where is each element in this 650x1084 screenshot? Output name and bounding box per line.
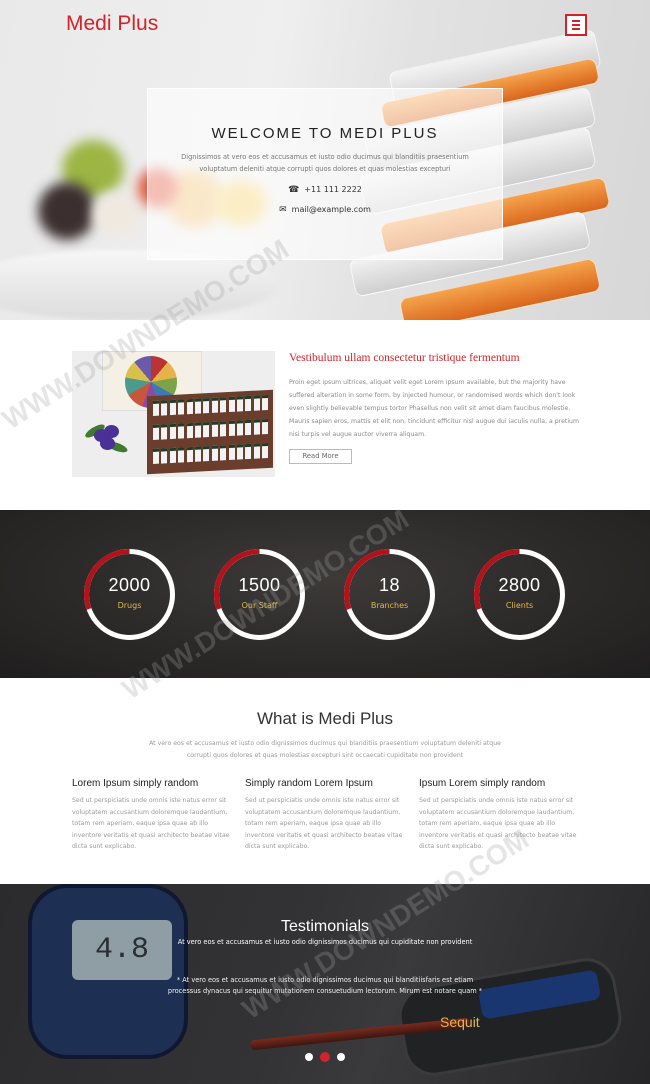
stat-label: Clients xyxy=(505,601,534,610)
brand-logo[interactable]: Medi Plus xyxy=(66,12,158,36)
phone-line: ☎ +11 111 2222 xyxy=(148,185,502,195)
what-subtitle: At vero eos et accusamus et iusto odio d… xyxy=(149,740,501,759)
stat-label: Branches xyxy=(370,601,409,610)
mail-icon: ✉ xyxy=(279,205,287,215)
stat-value: 2800 xyxy=(498,575,541,595)
hamburger-icon xyxy=(572,20,580,22)
remedy-kit-image xyxy=(72,351,275,477)
stat-value: 1500 xyxy=(238,575,281,595)
feature-text: Sed ut perspiciatis unde omnis iste natu… xyxy=(419,797,577,850)
phone-icon: ☎ xyxy=(288,185,300,195)
slider-dot-3[interactable] xyxy=(337,1053,345,1061)
stat-staff: 1500 Our Staff xyxy=(213,548,306,641)
feature-title: Simply random Lorem Ipsum xyxy=(245,778,373,789)
email-link[interactable]: mail@example.com xyxy=(292,205,371,214)
feature-title: Ipsum Lorem simply random xyxy=(419,778,546,789)
hero-bg-fruit-white xyxy=(92,192,142,236)
lancing-device-image xyxy=(393,953,627,1081)
feature-column-1: Lorem Ipsum simply random Sed ut perspic… xyxy=(72,778,230,853)
stat-value: 2000 xyxy=(108,575,151,595)
what-title: What is Medi Plus xyxy=(256,709,394,728)
testimonial-author: Sequit xyxy=(440,1014,480,1030)
stat-label: Our Staff xyxy=(241,601,278,610)
feature-text: Sed ut perspiciatis unde omnis iste natu… xyxy=(245,797,403,850)
welcome-text: Dignissimos at vero eos et accusamus et … xyxy=(181,153,469,173)
slider-dot-2[interactable] xyxy=(320,1052,330,1062)
stat-label: Drugs xyxy=(117,601,142,610)
slider-dot-1[interactable] xyxy=(305,1053,313,1061)
feature-text: Sed ut perspiciatis unde omnis iste natu… xyxy=(72,797,230,850)
email-line: ✉ mail@example.com xyxy=(148,205,502,215)
phone-number[interactable]: +11 111 2222 xyxy=(304,185,362,194)
feature-column-3: Ipsum Lorem simply random Sed ut perspic… xyxy=(419,778,577,853)
welcome-title: WELCOME TO MEDI PLUS xyxy=(211,125,439,142)
about-title: Vestibulum ullam consectetur tristique f… xyxy=(289,352,520,364)
feature-column-2: Simply random Lorem Ipsum Sed ut perspic… xyxy=(245,778,403,853)
hamburger-menu-button[interactable] xyxy=(565,14,587,36)
testimonials-subtitle: At vero eos et accusamus et iusto odio d… xyxy=(177,938,473,946)
stat-clients: 2800 Clients xyxy=(473,548,566,641)
testimonial-quote: * At vero eos et accusamus et iusto odio… xyxy=(167,976,483,995)
stat-branches: 18 Branches xyxy=(343,548,436,641)
glucose-meter-image: 4.8 xyxy=(28,884,188,1059)
read-more-button[interactable]: Read More xyxy=(289,449,352,464)
stat-value: 18 xyxy=(378,575,401,595)
hero-bg-fruit-dark xyxy=(38,182,96,240)
stats-section: 2000 Drugs 1500 Our Staff 18 Branches 28… xyxy=(0,510,650,678)
hero-bg-plate xyxy=(0,250,280,320)
feature-title: Lorem Ipsum simply random xyxy=(72,778,199,789)
testimonials-title: Testimonials xyxy=(280,918,370,935)
hero-section: Medi Plus WELCOME TO MEDI PLUS Dignissim… xyxy=(0,0,650,320)
stat-drugs: 2000 Drugs xyxy=(83,548,176,641)
welcome-panel: WELCOME TO MEDI PLUS Dignissimos at vero… xyxy=(147,88,503,260)
about-text: Proin eget ipsum ultrices, aliquet velit… xyxy=(289,379,580,438)
